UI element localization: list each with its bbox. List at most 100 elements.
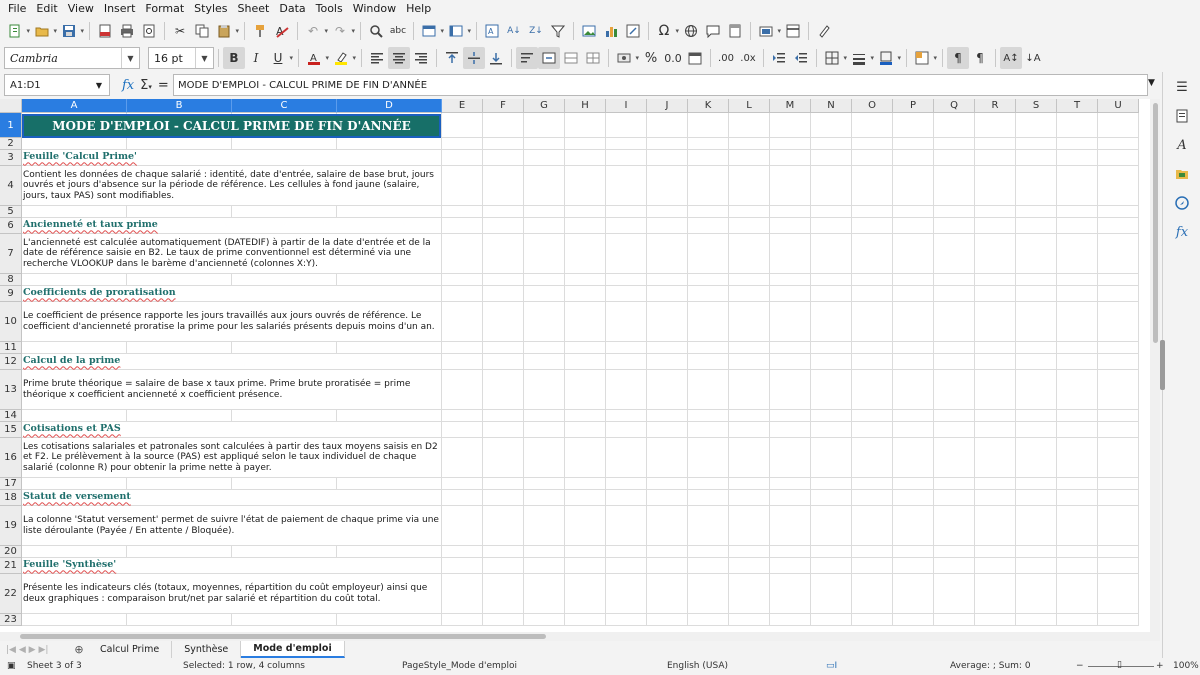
column-header-i[interactable]: I — [606, 99, 647, 113]
navigator-icon[interactable] — [1173, 194, 1191, 212]
menu-view[interactable]: View — [63, 2, 99, 15]
percent-icon[interactable]: % — [640, 47, 662, 69]
sort-ascending-icon[interactable]: A↓ — [503, 20, 525, 42]
row-header-15[interactable]: 15 — [0, 422, 22, 438]
menu-tools[interactable]: Tools — [311, 2, 348, 15]
row-header-17[interactable]: 17 — [0, 478, 22, 490]
zoom-slider-handle[interactable]: ▯ — [1117, 660, 1122, 670]
menu-window[interactable]: Window — [348, 2, 401, 15]
print-icon[interactable] — [116, 20, 138, 42]
column-header-n[interactable]: N — [811, 99, 852, 113]
section-heading[interactable]: Calcul de la prime — [22, 354, 441, 369]
define-print-area-icon[interactable] — [755, 20, 781, 42]
selection-mode-icon[interactable]: ▭I — [826, 661, 837, 671]
open-icon[interactable] — [31, 20, 57, 42]
section-body[interactable]: La colonne 'Statut versement' permet de … — [22, 506, 441, 545]
number-icon[interactable]: 0.0 — [662, 47, 684, 69]
currency-icon[interactable] — [613, 47, 639, 69]
section-heading[interactable]: Feuille 'Calcul Prime' — [22, 150, 441, 165]
column-header-p[interactable]: P — [893, 99, 934, 113]
section-heading[interactable]: Coefficients de proratisation — [22, 286, 441, 301]
borders-icon[interactable] — [821, 47, 847, 69]
properties-icon[interactable] — [1173, 107, 1191, 125]
section-heading[interactable]: Statut de versement — [22, 490, 441, 505]
border-color-icon[interactable] — [875, 47, 901, 69]
first-sheet-icon[interactable]: |◀ — [6, 645, 16, 655]
section-body[interactable]: Le coefficient de présence rapporte les … — [22, 302, 441, 341]
tab-calcul-prime[interactable]: Calcul Prime — [88, 641, 173, 658]
pivot-table-icon[interactable] — [622, 20, 644, 42]
delete-decimal-icon[interactable]: .0x — [737, 47, 759, 69]
row-header-19[interactable]: 19 — [0, 506, 22, 546]
menu-sheet[interactable]: Sheet — [233, 2, 275, 15]
row-header-2[interactable]: 2 — [0, 138, 22, 150]
row-header-1[interactable]: 1 — [0, 113, 22, 138]
show-draw-functions-icon[interactable] — [813, 20, 835, 42]
zoom-out-icon[interactable]: − — [1076, 661, 1084, 671]
sidebar-grip[interactable] — [1160, 340, 1165, 390]
conditional-icon[interactable] — [911, 47, 937, 69]
decrease-indent-icon[interactable] — [790, 47, 812, 69]
section-body[interactable]: Contient les données de chaque salarié :… — [22, 166, 441, 205]
menu-data[interactable]: Data — [274, 2, 310, 15]
horizontal-scroll-thumb[interactable] — [20, 634, 546, 639]
menu-file[interactable]: File — [3, 2, 31, 15]
merge-center-icon[interactable] — [538, 47, 560, 69]
column-header-l[interactable]: L — [729, 99, 770, 113]
column-header-s[interactable]: S — [1016, 99, 1057, 113]
column-header-k[interactable]: K — [688, 99, 729, 113]
section-body[interactable]: L'ancienneté est calculée automatiquemen… — [22, 234, 441, 273]
font-name-box[interactable]: Cambria ▼ — [4, 47, 140, 69]
add-sheet-icon[interactable]: ⊕ — [70, 643, 88, 656]
row-header-23[interactable]: 23 — [0, 614, 22, 626]
status-language[interactable]: English (USA) — [667, 661, 728, 671]
row-header-8[interactable]: 8 — [0, 274, 22, 286]
menu-insert[interactable]: Insert — [99, 2, 141, 15]
row-header-14[interactable]: 14 — [0, 410, 22, 422]
spelling-icon[interactable]: abc — [387, 20, 409, 42]
cut-icon[interactable]: ✂ — [169, 20, 191, 42]
tab-synthese[interactable]: Synthèse — [172, 641, 242, 658]
row-header-18[interactable]: 18 — [0, 490, 22, 506]
row-header-11[interactable]: 11 — [0, 342, 22, 354]
status-page-style[interactable]: PageStyle_Mode d'emploi — [402, 661, 517, 671]
zoom-in-icon[interactable]: + — [1156, 661, 1164, 671]
add-decimal-icon[interactable]: .00 — [715, 47, 737, 69]
paste-icon[interactable] — [213, 20, 239, 42]
chevron-down-icon[interactable]: ▼ — [195, 48, 213, 68]
align-left-icon[interactable] — [366, 47, 388, 69]
hyperlink-icon[interactable] — [680, 20, 702, 42]
find-replace-icon[interactable] — [365, 20, 387, 42]
next-sheet-icon[interactable]: ▶ — [29, 645, 36, 655]
clone-format-icon[interactable] — [249, 20, 271, 42]
hamburger-menu-icon[interactable]: ☰ — [1173, 78, 1191, 96]
row-icon[interactable] — [418, 20, 444, 42]
column-header-u[interactable]: U — [1098, 99, 1139, 113]
title-cell[interactable]: MODE D'EMPLOI - CALCUL PRIME DE FIN D'AN… — [22, 114, 441, 138]
chevron-down-icon[interactable]: ▼ — [121, 48, 139, 68]
align-center-icon[interactable] — [388, 47, 410, 69]
font-color-icon[interactable]: A — [303, 47, 329, 69]
date-icon[interactable] — [684, 47, 706, 69]
increase-indent-icon[interactable] — [768, 47, 790, 69]
unmerge-cells-icon[interactable] — [582, 47, 604, 69]
row-header-13[interactable]: 13 — [0, 370, 22, 410]
column-icon[interactable] — [445, 20, 471, 42]
column-header-g[interactable]: G — [524, 99, 565, 113]
column-header-f[interactable]: F — [483, 99, 524, 113]
section-body[interactable]: Les cotisations salariales et patronales… — [22, 438, 441, 477]
column-header-h[interactable]: H — [565, 99, 606, 113]
align-top-icon[interactable] — [441, 47, 463, 69]
column-header-e[interactable]: E — [442, 99, 483, 113]
row-header-7[interactable]: 7 — [0, 234, 22, 274]
autofilter-icon[interactable] — [547, 20, 569, 42]
sort-descending-icon[interactable]: Z↓ — [525, 20, 547, 42]
wrap-text-icon[interactable] — [516, 47, 538, 69]
highlight-icon[interactable] — [330, 47, 356, 69]
status-sum[interactable]: Average: ; Sum: 0 — [950, 661, 1031, 671]
print-preview-icon[interactable] — [138, 20, 160, 42]
row-header-21[interactable]: 21 — [0, 558, 22, 574]
merge-cells-icon[interactable] — [560, 47, 582, 69]
section-heading[interactable]: Feuille 'Synthèse' — [22, 558, 441, 573]
vertical-scroll-thumb[interactable] — [1153, 103, 1158, 343]
